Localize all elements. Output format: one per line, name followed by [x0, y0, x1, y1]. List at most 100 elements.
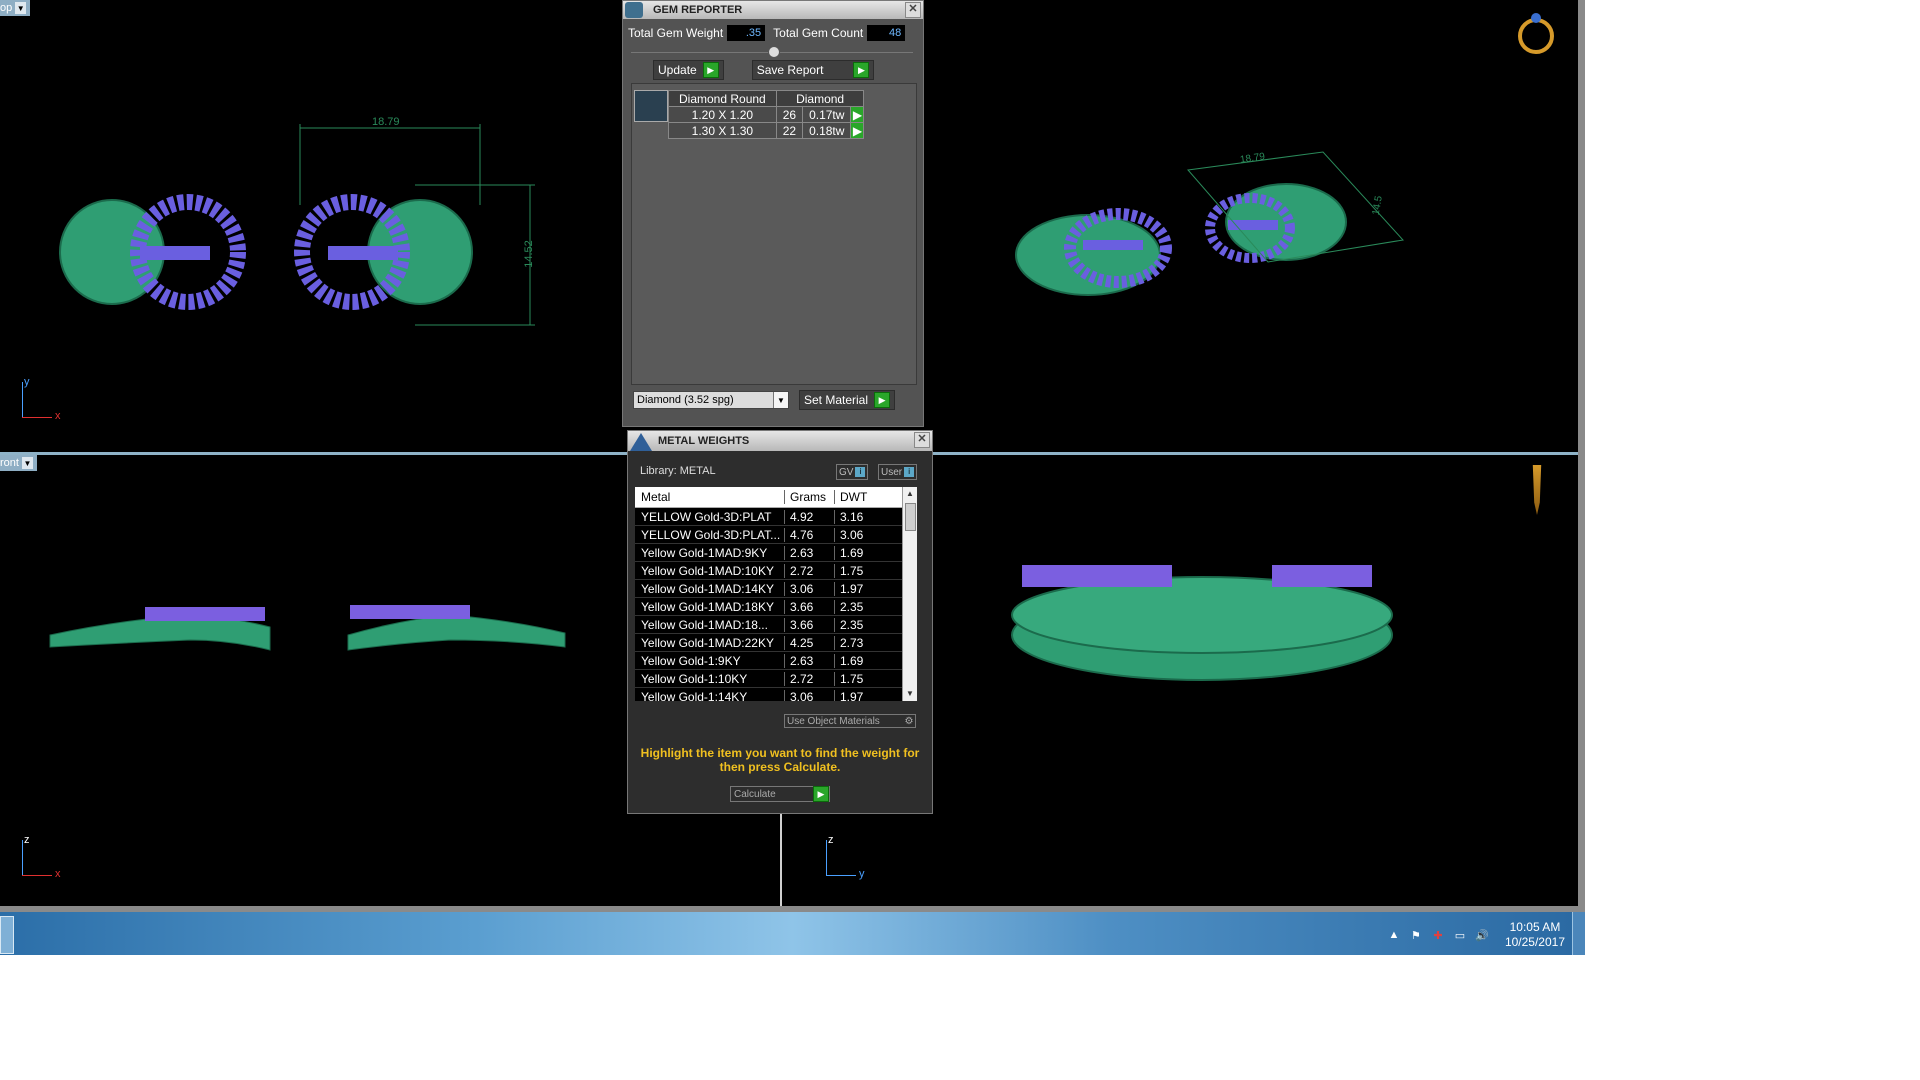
axis-x-label: x	[55, 868, 61, 880]
metal-row[interactable]: Yellow Gold-1MAD:9KY 2.63 1.69	[635, 544, 917, 562]
action-center-flag-icon[interactable]: ⚑	[1409, 928, 1423, 942]
volume-icon[interactable]: 🔊	[1475, 928, 1489, 942]
metal-name: Yellow Gold-1MAD:14KY	[635, 581, 785, 596]
metal-row[interactable]: YELLOW Gold-3D:PLAT 4.92 3.16	[635, 508, 917, 526]
gem-weight: 0.17tw	[802, 106, 852, 123]
play-icon: ▶	[874, 392, 891, 408]
chevron-down-icon[interactable]: ▼	[773, 392, 788, 408]
taskbar-start-edge[interactable]	[0, 916, 14, 954]
metal-weights-title: METAL WEIGHTS	[658, 435, 750, 447]
metal-dwt: 2.35	[840, 617, 864, 632]
gem-row[interactable]: 1.20 X 1.20 26 0.17tw ▶	[668, 106, 865, 123]
metal-grams: 3.66	[785, 599, 835, 614]
slider-handle[interactable]	[768, 46, 780, 58]
dimension-width-label: 18.79	[372, 116, 400, 128]
gem-action-buttons: Update ▶ Save Report ▶	[653, 60, 875, 80]
metal-name: Yellow Gold-1MAD:18...	[635, 617, 785, 632]
metal-name: Yellow Gold-1:9KY	[635, 653, 785, 668]
use-object-materials-button[interactable]: Use Object Materials ⚙	[784, 714, 916, 728]
metal-name: YELLOW Gold-3D:PLAT	[635, 509, 785, 524]
set-material-label: Set Material	[804, 393, 869, 407]
metal-weights-titlebar[interactable]: METAL WEIGHTS ✕	[628, 431, 932, 451]
info-icon: i	[855, 467, 866, 477]
metal-column-header[interactable]: Metal	[635, 490, 785, 504]
dimension-height-label: 14.52	[522, 240, 535, 268]
metal-table-scrollbar[interactable]: ▲ ▼	[902, 487, 917, 701]
top-view-model	[59, 124, 535, 326]
material-select[interactable]: Diamond (3.52 spg) ▼	[633, 391, 789, 409]
grams-column-header[interactable]: Grams	[785, 490, 835, 504]
gem-column-header[interactable]: Diamond Round	[668, 90, 777, 107]
metal-table-header: Metal Grams DWT	[635, 487, 917, 508]
gem-reporter-title: GEM REPORTER	[653, 4, 743, 16]
play-icon: ▶	[702, 62, 719, 78]
play-icon[interactable]: ▶	[850, 122, 865, 139]
scroll-up-icon[interactable]: ▲	[903, 487, 917, 501]
show-desktop-button[interactable]	[1572, 912, 1585, 955]
scroll-down-icon[interactable]: ▼	[903, 687, 917, 701]
tray-expand-icon[interactable]: ▲	[1387, 928, 1401, 942]
metal-dwt: 1.69	[840, 545, 864, 560]
network-icon[interactable]: ▭	[1453, 928, 1467, 942]
metal-row[interactable]: Yellow Gold-1:9KY 2.63 1.69	[635, 652, 917, 670]
metal-row[interactable]: Yellow Gold-1MAD:18... 3.66 2.35	[635, 616, 917, 634]
metal-row[interactable]: Yellow Gold-1:14KY 3.06 1.97	[635, 688, 917, 701]
close-icon[interactable]: ✕	[914, 432, 930, 448]
metal-dwt: 1.97	[840, 689, 864, 702]
axis-y-label: y	[24, 376, 30, 388]
update-button[interactable]: Update ▶	[653, 60, 724, 80]
flask-icon	[630, 433, 652, 451]
gv-toggle[interactable]: GV i	[836, 464, 869, 480]
axis-gizmo-top: y x	[20, 376, 61, 422]
metal-row[interactable]: YELLOW Gold-3D:PLAT... 4.76 3.06	[635, 526, 917, 544]
gem-column-header[interactable]: Diamond	[775, 90, 865, 107]
metal-row[interactable]: Yellow Gold-1MAD:10KY 2.72 1.75	[635, 562, 917, 580]
calculate-button[interactable]: Calculate ▶	[730, 786, 830, 802]
window-right-border	[1578, 0, 1585, 906]
gem-reporter-icon	[625, 2, 643, 18]
library-label: Library: METAL	[640, 465, 716, 477]
gem-totals-row: Total Gem Weight .35 Total Gem Count 48	[628, 25, 906, 41]
metal-row[interactable]: Yellow Gold-1MAD:22KY 4.25 2.73	[635, 634, 917, 652]
metal-name: Yellow Gold-1MAD:22KY	[635, 635, 785, 650]
gem-weight: 0.18tw	[802, 122, 852, 139]
gem-list[interactable]: Diamond Round Diamond 1.20 X 1.20 26 0.1…	[631, 83, 917, 385]
clock-time: 10:05 AM	[1509, 920, 1561, 934]
save-report-button[interactable]: Save Report ▶	[751, 60, 875, 80]
system-tray: ▲ ⚑ ✚ ▭ 🔊 10:05 AM 10/25/2017	[1387, 920, 1565, 950]
dwt-column-header[interactable]: DWT	[835, 490, 901, 504]
metal-row[interactable]: Yellow Gold-1MAD:18KY 3.66 2.35	[635, 598, 917, 616]
play-icon[interactable]: ▶	[850, 106, 865, 123]
ring-icon[interactable]	[1518, 15, 1554, 55]
taskbar-clock[interactable]: 10:05 AM 10/25/2017	[1505, 920, 1565, 950]
set-material-button[interactable]: Set Material ▶	[799, 390, 896, 410]
metal-weights-panel: METAL WEIGHTS ✕ Library: METAL GV i User…	[627, 430, 933, 814]
axis-x-label: x	[55, 410, 61, 422]
metal-grams: 4.92	[785, 509, 835, 524]
viewport-splitter-vertical[interactable]	[780, 808, 782, 908]
metal-grams: 4.25	[785, 635, 835, 650]
metal-row[interactable]: Yellow Gold-1MAD:14KY 3.06 1.97	[635, 580, 917, 598]
metal-table[interactable]: Metal Grams DWT YELLOW Gold-3D:PLAT 4.92 3…	[635, 487, 917, 701]
info-icon: i	[904, 467, 915, 477]
metal-grams: 2.72	[785, 563, 835, 578]
close-icon[interactable]: ✕	[905, 2, 921, 18]
material-select-value: Diamond (3.52 spg)	[637, 394, 734, 406]
metal-grams: 2.63	[785, 653, 835, 668]
metal-row[interactable]: Yellow Gold-1:10KY 2.72 1.75	[635, 670, 917, 688]
clock-date: 10/25/2017	[1504, 935, 1565, 949]
gem-row[interactable]: 1.30 X 1.30 22 0.18tw ▶	[668, 122, 865, 139]
gem-reporter-titlebar[interactable]: GEM REPORTER ✕	[623, 1, 923, 19]
user-toggle-label: User	[881, 466, 903, 478]
user-toggle[interactable]: User i	[878, 464, 918, 480]
metal-grams: 2.63	[785, 545, 835, 560]
play-icon: ▶	[853, 62, 870, 78]
gem-thumbnail[interactable]	[634, 90, 668, 122]
metal-dwt: 2.73	[840, 635, 864, 650]
viewport-top[interactable]: op ▼ 18.79 14.52 y x	[0, 0, 626, 452]
gem-material-row: Diamond (3.52 spg) ▼ Set Material ▶	[633, 390, 896, 410]
scroll-thumb[interactable]	[905, 503, 916, 531]
gem-size: 1.20 X 1.20	[668, 106, 777, 123]
security-icon[interactable]: ✚	[1431, 928, 1445, 942]
taskbar: ▲ ⚑ ✚ ▭ 🔊 10:05 AM 10/25/2017	[0, 912, 1585, 955]
